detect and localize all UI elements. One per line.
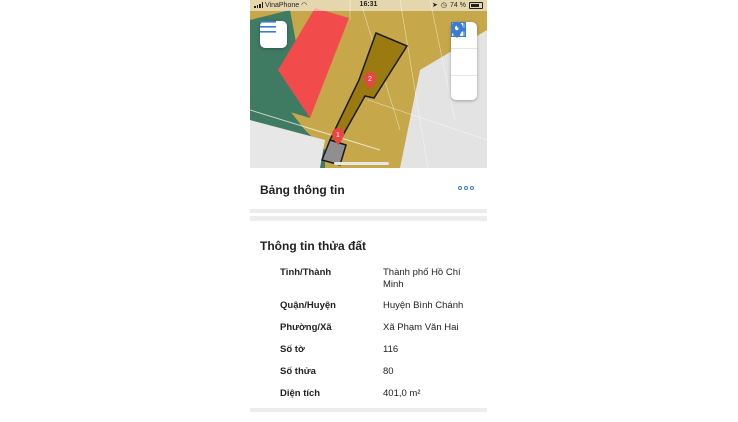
phone-screen: 2 1 VinaPhone ◠ 16:31 ➤ ◷ 74 % Bảng thôn…: [250, 0, 487, 422]
row-label: Quận/Huyện: [280, 300, 336, 311]
info-panel: Bảng thông tin Thông tin thửa đất Tỉnh/T…: [250, 168, 487, 422]
land-map[interactable]: 2 1 VinaPhone ◠ 16:31 ➤ ◷ 74 %: [250, 0, 487, 168]
row-label: Số thửa: [280, 366, 316, 377]
alarm-icon: ◷: [440, 2, 448, 9]
row-label: Diện tích: [280, 388, 321, 399]
menu-button[interactable]: [260, 21, 287, 48]
battery-icon: [469, 1, 483, 9]
panel-header: Bảng thông tin: [250, 168, 487, 208]
divider: [250, 209, 487, 213]
row-label: Số tờ: [280, 344, 305, 355]
marker-1-label: 1: [336, 132, 340, 139]
row-value: Xã Phạm Văn Hai: [383, 322, 459, 333]
location-arrow-icon: ➤: [432, 2, 438, 9]
filter-button[interactable]: [451, 22, 477, 102]
marker-2-label: 2: [368, 76, 372, 83]
row-label: Tỉnh/Thành: [280, 267, 332, 278]
row-value: 80: [383, 366, 394, 377]
row-value: Huyện Bình Chánh: [383, 300, 464, 311]
more-dots-icon: [458, 186, 462, 190]
section-title: Thông tin thửa đất: [260, 239, 367, 253]
row-value: Thành phố Hồ Chí Minh: [383, 267, 461, 290]
divider: [250, 408, 487, 412]
location-button[interactable]: [451, 22, 477, 76]
more-button[interactable]: [458, 186, 474, 190]
map-tools: [451, 22, 477, 100]
row-value: 401,0 m²: [383, 388, 421, 399]
divider: [250, 216, 487, 221]
row-label: Phường/Xã: [280, 322, 332, 333]
drag-handle[interactable]: [334, 162, 389, 165]
battery-percent: 74 %: [450, 1, 466, 9]
status-bar: VinaPhone ◠ 16:31 ➤ ◷ 74 %: [250, 0, 487, 11]
hamburger-menu-icon: [260, 21, 276, 33]
panel-title: Bảng thông tin: [260, 183, 345, 197]
sliders-icon: [452, 22, 466, 37]
row-value: 116: [383, 344, 399, 355]
status-right: ➤ ◷ 74 %: [432, 1, 483, 9]
